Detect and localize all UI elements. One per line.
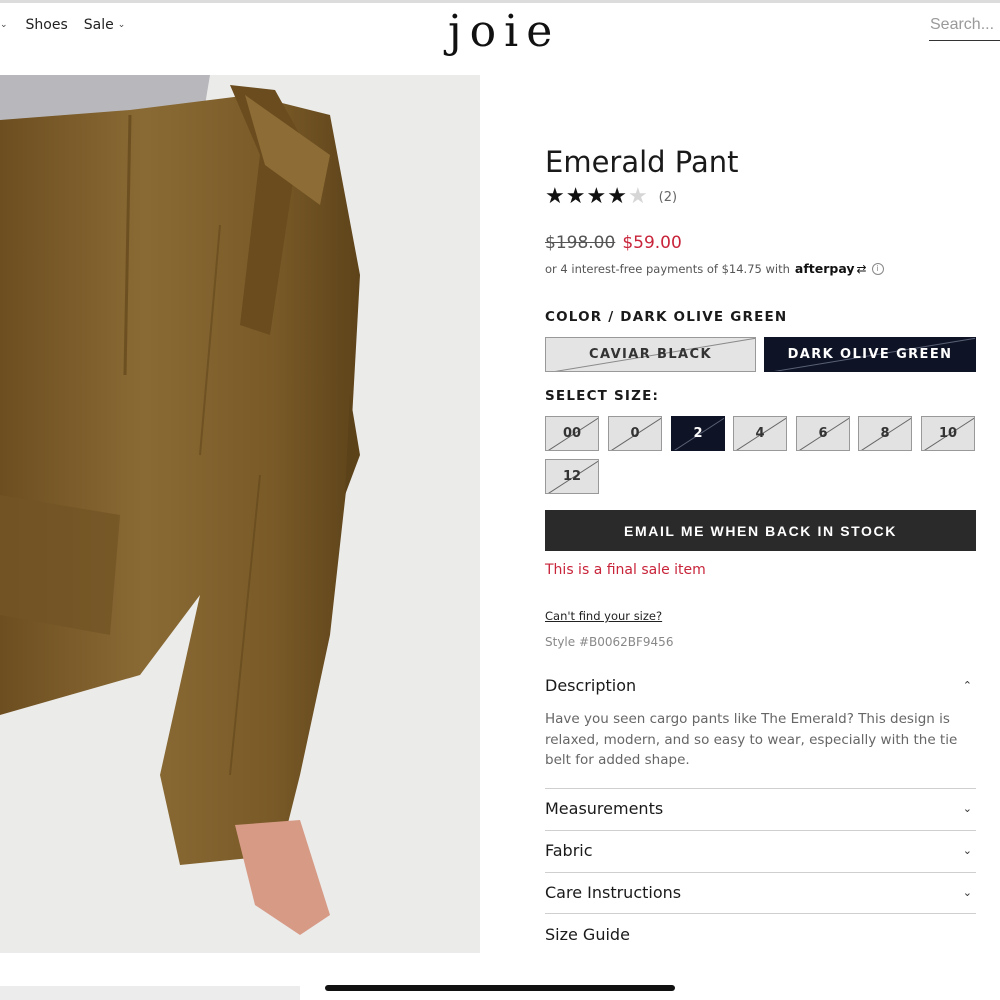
top-divider: [0, 0, 1000, 3]
nav-item-label: Sale: [83, 17, 114, 33]
accordion-fabric[interactable]: Fabric ⌄: [545, 841, 976, 860]
email-back-in-stock-button[interactable]: EMAIL ME WHEN BACK IN STOCK: [545, 510, 976, 551]
price-row: $198.00 $59.00: [545, 233, 682, 253]
divider: [545, 788, 976, 789]
description-text: Have you seen cargo pants like The Emera…: [545, 711, 958, 768]
afterpay-text: or 4 interest-free payments of $14.75 wi…: [545, 261, 790, 276]
sale-price: $59.00: [622, 233, 682, 253]
chevron-down-icon: ⌄: [962, 886, 972, 899]
color-label: COLOR / DARK OLIVE GREEN: [545, 309, 788, 325]
size-option-label: 4: [755, 426, 765, 441]
divider: [545, 830, 976, 831]
size-option-4[interactable]: 4: [733, 416, 787, 451]
home-indicator[interactable]: [325, 985, 675, 991]
size-option-12[interactable]: 12: [545, 459, 599, 494]
star-icon: ★: [607, 184, 627, 209]
size-option-0[interactable]: 0: [608, 416, 662, 451]
color-option-label: DARK OLIVE GREEN: [787, 347, 953, 362]
star-icon: ★: [586, 184, 607, 209]
star-icon: ★: [565, 184, 586, 209]
color-option-dark-olive-green[interactable]: DARK OLIVE GREEN: [764, 337, 976, 372]
nav-item-sale[interactable]: Sale ⌄: [84, 17, 126, 33]
afterpay-message: or 4 interest-free payments of $14.75 wi…: [545, 261, 884, 276]
final-sale-notice: This is a final sale item: [545, 562, 706, 578]
search-input[interactable]: [929, 12, 1000, 41]
accordion-label: Fabric: [545, 841, 593, 860]
size-option-label: 10: [938, 426, 958, 441]
accordion-measurements[interactable]: Measurements ⌄: [545, 799, 976, 818]
color-option-caviar-black[interactable]: CAVIAR BLACK: [545, 337, 756, 372]
color-option-label: CAVIAR BLACK: [589, 347, 712, 362]
afterpay-logo: afterpay: [794, 261, 855, 276]
size-option-label: 12: [562, 469, 582, 484]
style-number: Style #B0062BF9456: [545, 635, 674, 649]
size-guide-label: Size Guide: [545, 925, 630, 944]
chevron-up-icon: ⌃: [962, 679, 972, 692]
size-option-label: 8: [880, 426, 890, 441]
chevron-down-icon[interactable]: ⌄: [0, 20, 8, 30]
accordion-label: Measurements: [545, 799, 664, 818]
size-guide-link[interactable]: Size Guide: [545, 925, 976, 944]
star-icon: ★: [545, 184, 565, 209]
accordion-label: Description: [545, 676, 637, 695]
accordion-description[interactable]: Description ⌃: [545, 676, 976, 695]
size-option-label: 6: [818, 426, 828, 441]
afterpay-icon: ⇄: [856, 261, 867, 276]
size-option-label: 0: [630, 426, 640, 441]
size-option-label: 00: [562, 426, 582, 441]
size-label: SELECT SIZE:: [545, 388, 660, 404]
chevron-down-icon: ⌄: [962, 844, 972, 857]
divider: [545, 913, 976, 914]
nav-item-label: Shoes: [25, 17, 68, 33]
star-icon: ★: [627, 184, 648, 209]
size-option-6[interactable]: 6: [796, 416, 850, 451]
chevron-down-icon: ⌄: [117, 20, 126, 30]
product-rating[interactable]: ★ ★ ★ ★ ★ (2): [545, 185, 677, 209]
cant-find-size-link[interactable]: Can't find your size?: [545, 609, 662, 623]
chevron-down-icon: ⌄: [962, 802, 972, 815]
size-option-10[interactable]: 10: [921, 416, 975, 451]
size-option-2[interactable]: 2: [671, 416, 725, 451]
size-option-label: 2: [693, 426, 703, 441]
divider: [545, 872, 976, 873]
info-icon[interactable]: i: [871, 262, 884, 275]
product-image[interactable]: [0, 75, 480, 953]
next-image-preview: [0, 986, 300, 1000]
review-count[interactable]: (2): [659, 190, 677, 205]
size-option-8[interactable]: 8: [858, 416, 912, 451]
brand-logo[interactable]: joie: [448, 6, 560, 57]
size-option-00[interactable]: 00: [545, 416, 599, 451]
accordion-care-instructions[interactable]: Care Instructions ⌄: [545, 883, 976, 902]
accordion-label: Care Instructions: [545, 883, 682, 902]
original-price: $198.00: [545, 233, 616, 253]
product-title: Emerald Pant: [545, 145, 739, 179]
nav-item-shoes[interactable]: Shoes: [26, 17, 68, 33]
main-nav: ⌄ Shoes Sale ⌄: [0, 17, 141, 33]
